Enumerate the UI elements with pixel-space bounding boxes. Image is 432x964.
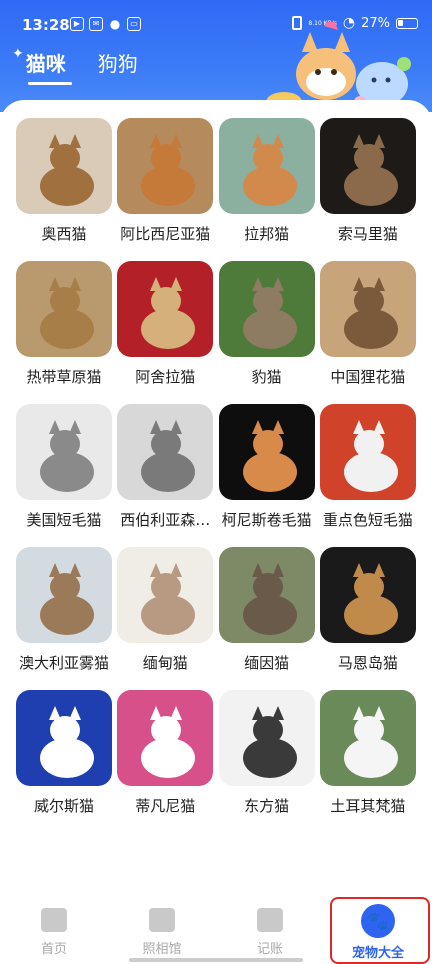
cat-photo xyxy=(319,547,416,643)
cat-breed-name: 重点色短毛猫 xyxy=(322,511,413,529)
message-icon: ▭ xyxy=(127,17,141,31)
cat-breed-item[interactable]: 阿舍拉猫 xyxy=(117,261,214,404)
image-icon xyxy=(149,908,175,932)
cat-photo xyxy=(319,261,416,357)
cat-breed-name: 土耳其梵猫 xyxy=(330,797,406,815)
cat-grid: 奥西猫 阿比西尼亚猫 拉邦猫 索马里猫热带草原猫 阿舍拉猫 豹猫 中国狸花猫美国短毛猫 西伯利… xyxy=(16,118,416,833)
cat-photo xyxy=(117,547,214,643)
cat-breed-name: 缅因猫 xyxy=(244,654,290,672)
cat-photo xyxy=(117,261,214,357)
cat-breed-name: 奥西猫 xyxy=(41,225,87,243)
cat-breed-item[interactable]: 热带草原猫 xyxy=(16,261,112,404)
cat-photo xyxy=(218,690,315,786)
cat-breed-item[interactable]: 马恩岛猫 xyxy=(319,547,416,690)
cat-breed-name: 澳大利亚雾猫 xyxy=(18,654,109,672)
tab-cats[interactable]: 猫咪 xyxy=(26,48,72,85)
active-nav-highlight xyxy=(330,897,430,964)
cat-breed-name: 蒂凡尼猫 xyxy=(135,797,196,815)
cat-breed-item[interactable]: 东方猫 xyxy=(218,690,315,833)
cat-breed-name: 西伯利亚森… xyxy=(120,511,211,529)
mascot-illustration xyxy=(266,22,411,112)
home-icon xyxy=(41,908,67,932)
nav-photo-studio[interactable]: 照相馆 xyxy=(122,908,202,957)
cat-breed-name: 阿舍拉猫 xyxy=(135,368,196,386)
status-time: 13:28 xyxy=(22,16,70,34)
cat-breed-item[interactable]: 索马里猫 xyxy=(319,118,416,261)
cat-breed-name: 中国狸花猫 xyxy=(330,368,406,386)
cat-photo xyxy=(16,404,112,500)
cat-breed-item[interactable]: 重点色短毛猫 xyxy=(319,404,416,547)
cat-breed-item[interactable]: 奥西猫 xyxy=(16,118,112,261)
status-notification-icons: ▶ ✉ ● ▭ xyxy=(70,17,141,31)
category-tabs: ✦ 猫咪 狗狗 xyxy=(12,46,138,88)
cat-breed-item[interactable]: 中国狸花猫 xyxy=(319,261,416,404)
tab-dogs[interactable]: 狗狗 xyxy=(98,48,138,85)
cat-breed-item[interactable]: 土耳其梵猫 xyxy=(319,690,416,833)
cat-breed-item[interactable]: 威尔斯猫 xyxy=(16,690,112,833)
cat-photo xyxy=(117,118,214,214)
cat-breed-item[interactable]: 美国短毛猫 xyxy=(16,404,112,547)
cat-breed-name: 索马里猫 xyxy=(337,225,398,243)
cat-breed-name: 豹猫 xyxy=(251,368,282,386)
cat-breed-item[interactable]: 柯尼斯卷毛猫 xyxy=(218,404,315,547)
cat-photo xyxy=(218,118,315,214)
cat-photo xyxy=(218,547,315,643)
cat-breed-item[interactable]: 缅因猫 xyxy=(218,547,315,690)
cat-breed-name: 威尔斯猫 xyxy=(33,797,94,815)
cat-photo xyxy=(16,547,112,643)
nav-bookkeeping[interactable]: 记账 xyxy=(230,908,310,957)
mail-icon: ✉ xyxy=(89,17,103,31)
cat-photo xyxy=(319,404,416,500)
cat-breed-item[interactable]: 西伯利亚森… xyxy=(117,404,214,547)
cat-breed-item[interactable]: 阿比西尼亚猫 xyxy=(117,118,214,261)
nav-bookkeeping-label: 记账 xyxy=(256,942,283,957)
cat-breed-name: 阿比西尼亚猫 xyxy=(120,225,211,243)
nav-home[interactable]: 首页 xyxy=(14,908,94,957)
chat-icon: ● xyxy=(109,17,121,31)
header: 13:28 ▶ ✉ ● ▭ 8.10 KB/s ◔ 27% ✦ 猫咪 狗狗 xyxy=(0,0,432,112)
cat-breed-item[interactable]: 缅甸猫 xyxy=(117,547,214,690)
sparkle-icon: ✦ xyxy=(12,46,24,62)
cat-photo xyxy=(117,404,214,500)
cat-breed-name: 柯尼斯卷毛猫 xyxy=(221,511,312,529)
cat-breed-name: 热带草原猫 xyxy=(26,368,102,386)
cat-photo xyxy=(16,690,112,786)
cat-photo xyxy=(117,690,214,786)
cat-photo xyxy=(218,404,315,500)
cat-breed-name: 拉邦猫 xyxy=(244,225,290,243)
cat-breed-item[interactable]: 拉邦猫 xyxy=(218,118,315,261)
cat-breed-name: 东方猫 xyxy=(244,797,290,815)
cat-breed-item[interactable]: 澳大利亚雾猫 xyxy=(16,547,112,690)
cat-breed-name: 缅甸猫 xyxy=(142,654,188,672)
cat-photo xyxy=(16,118,112,214)
nav-home-label: 首页 xyxy=(40,942,67,957)
cat-list-panel: 奥西猫 阿比西尼亚猫 拉邦猫 索马里猫热带草原猫 阿舍拉猫 豹猫 中国狸花猫美国短毛猫 西伯利… xyxy=(0,100,432,964)
home-indicator[interactable] xyxy=(129,958,303,962)
ledger-icon xyxy=(257,908,283,932)
cat-breed-name: 马恩岛猫 xyxy=(337,654,398,672)
cat-photo xyxy=(218,261,315,357)
cat-photo xyxy=(319,118,416,214)
cat-breed-name: 美国短毛猫 xyxy=(26,511,102,529)
cat-breed-item[interactable]: 蒂凡尼猫 xyxy=(117,690,214,833)
cat-photo xyxy=(319,690,416,786)
play-icon: ▶ xyxy=(70,17,84,31)
cat-breed-item[interactable]: 豹猫 xyxy=(218,261,315,404)
nav-photo-studio-label: 照相馆 xyxy=(142,942,182,957)
cat-photo xyxy=(16,261,112,357)
